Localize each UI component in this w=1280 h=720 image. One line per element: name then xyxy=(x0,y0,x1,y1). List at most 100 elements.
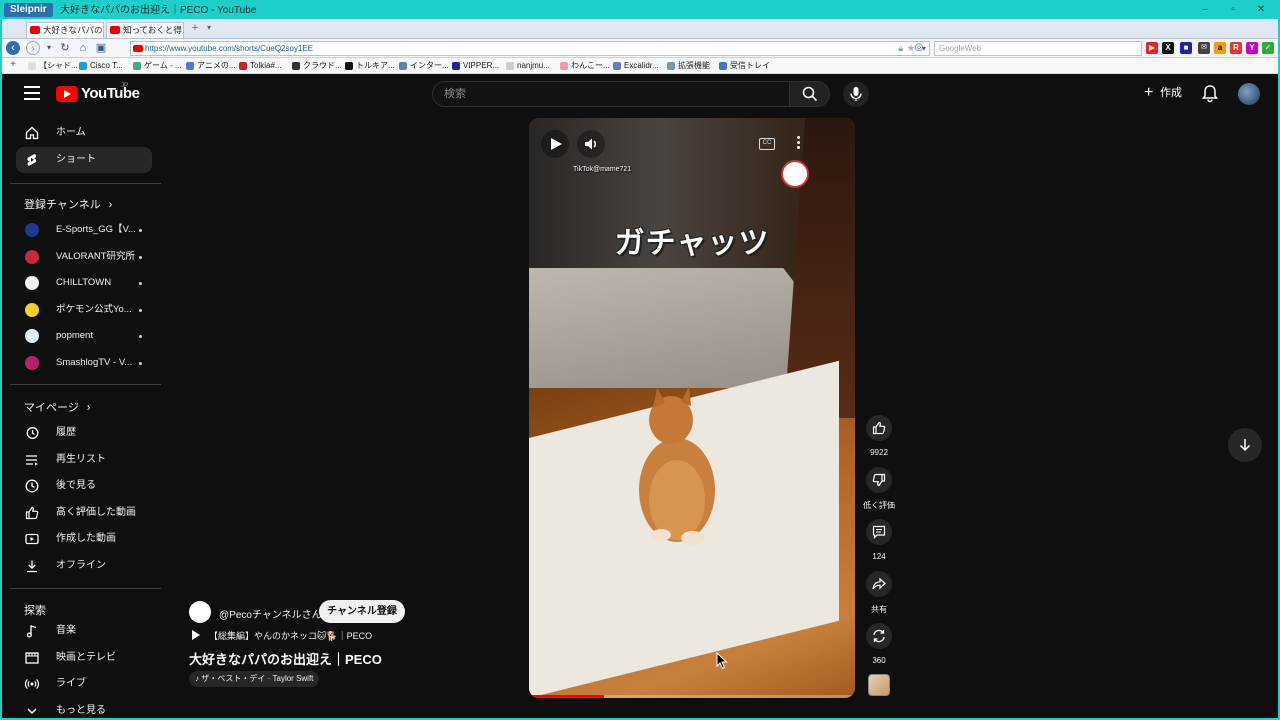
create-button[interactable]: + 作成 xyxy=(1138,82,1190,104)
tab-menu-icon[interactable]: ▾ xyxy=(202,21,216,35)
notifications-button[interactable] xyxy=(1200,83,1222,105)
more-options-icon[interactable] xyxy=(797,136,801,150)
bookmark-item[interactable]: わんこー... xyxy=(560,60,610,72)
mail-toolbar-icon[interactable]: ✉ xyxy=(1198,42,1210,54)
x-toolbar-icon[interactable]: X xyxy=(1162,42,1174,54)
bookmark-icon[interactable]: ▣ xyxy=(94,41,108,55)
sidebar-channel[interactable]: VALORANT研究所 xyxy=(16,244,152,270)
back-icon[interactable]: ‹ xyxy=(6,41,20,55)
sidebar-item-your-videos[interactable]: 作成した動画 xyxy=(16,526,152,552)
play-button[interactable] xyxy=(541,130,569,158)
url-field[interactable]: https://www.youtube.com/shorts/CueQ2soy1… xyxy=(130,41,930,56)
search-button[interactable] xyxy=(790,81,830,107)
sidebar-item-playlists[interactable]: 再生リスト xyxy=(16,447,152,473)
tab-youtube[interactable]: 大好きなパパのお... xyxy=(26,22,104,38)
channel-avatar[interactable] xyxy=(189,601,211,623)
mouse-cursor-icon xyxy=(716,652,728,670)
lock-icon[interactable]: 🔒︎ xyxy=(898,42,903,55)
sidebar-item-offline[interactable]: オフライン xyxy=(16,553,152,579)
tab-label: 知っておくと得す... xyxy=(123,25,183,35)
progress-bar[interactable] xyxy=(529,695,855,698)
playlist-link[interactable]: 【総集編】やんのかネッコ🐱🐕｜PECO xyxy=(189,629,372,642)
tab-bar: 大好きなパパのお... 知っておくと得す... + ▾ xyxy=(2,19,1278,39)
sidebar-item-show-more[interactable]: もっと見る xyxy=(16,698,152,718)
music-chip[interactable]: ♪ ザ・ベスト・デイ · Taylor Swift xyxy=(189,671,320,687)
sidebar: ホーム ショート 登録チャンネル › E-Sports_GG【V... VALOR… xyxy=(2,114,168,718)
bookmark-item[interactable]: アニメの... xyxy=(186,60,236,72)
sidebar-item-shorts[interactable]: ショート xyxy=(16,147,152,173)
channel-logo-overlay xyxy=(781,160,809,188)
subscriptions-header[interactable]: 登録チャンネル › xyxy=(24,196,112,212)
bookmark-item[interactable]: Tolkia#... xyxy=(239,60,282,72)
history-dropdown-icon[interactable]: ▾ xyxy=(42,41,56,55)
reload-icon[interactable]: ↻ xyxy=(58,41,72,55)
amazon-toolbar-icon[interactable]: a xyxy=(1214,42,1226,54)
add-bookmark-icon[interactable]: + xyxy=(6,58,20,72)
bookmark-item[interactable]: ゲーム - ... xyxy=(133,60,182,72)
minimize-icon[interactable]: – xyxy=(1194,3,1216,17)
bookmark-item[interactable]: 拡張機能 xyxy=(667,60,710,72)
web-search-input[interactable]: GoogleWeb xyxy=(934,41,1142,56)
menu-icon[interactable] xyxy=(24,86,40,100)
sidebar-item-liked-videos[interactable]: 高く評価した動画 xyxy=(16,500,152,526)
sidebar-item-live[interactable]: ライブ xyxy=(16,671,152,697)
share-button[interactable] xyxy=(866,571,892,597)
restore-icon[interactable]: ▫ xyxy=(1222,3,1244,17)
video-title[interactable]: 大好きなパパのお出迎え｜PECO xyxy=(189,649,382,668)
shorts-player[interactable]: ガチャッツ TikTok@mame721 CC xyxy=(529,118,855,698)
bookmark-item[interactable]: トルキア... xyxy=(345,60,395,72)
comments-button[interactable] xyxy=(866,519,892,545)
engine-select-icon[interactable]: ◎ xyxy=(912,41,926,55)
sidebar-item-movies[interactable]: 映画とテレビ xyxy=(16,645,152,671)
window-title: 大好きなパパのお出迎え｜PECO - YouTube xyxy=(60,5,257,16)
bookmark-item[interactable]: Cisco T... xyxy=(79,60,123,72)
explore-header: 探索 xyxy=(24,605,46,617)
voice-search-button[interactable] xyxy=(843,81,869,107)
rakuten-toolbar-icon[interactable]: R xyxy=(1230,42,1242,54)
forward-icon[interactable]: › xyxy=(26,41,40,55)
live-icon xyxy=(25,678,39,690)
youtube-toolbar-icon[interactable]: ▶ xyxy=(1146,42,1158,54)
bookmark-item[interactable]: nanjmu... xyxy=(506,60,550,72)
sound-thumbnail[interactable] xyxy=(868,674,890,696)
extension-toolbar-icon[interactable]: ■ xyxy=(1180,42,1192,54)
subscribe-button[interactable]: チャンネル登録 xyxy=(319,600,405,623)
sidebar-item-home[interactable]: ホーム xyxy=(16,120,152,146)
yahoo-toolbar-icon[interactable]: Y xyxy=(1246,42,1258,54)
like-button[interactable] xyxy=(866,415,892,441)
bookmark-item[interactable]: 【シャド... xyxy=(28,60,78,72)
sidebar-channel[interactable]: popment xyxy=(16,323,152,349)
download-icon xyxy=(27,560,37,573)
bookmark-item[interactable]: インター... xyxy=(399,60,449,72)
bookmark-item[interactable]: クラウド... xyxy=(292,60,342,72)
tools-toolbar-icon[interactable]: ✓ xyxy=(1262,42,1274,54)
app-name[interactable]: Sleipnir xyxy=(4,3,53,17)
you-header[interactable]: マイページ › xyxy=(24,399,90,415)
volume-button[interactable] xyxy=(577,130,605,158)
home-icon[interactable]: ⌂ xyxy=(76,41,90,55)
channel-handle[interactable]: @Pecoチャンネルさん xyxy=(219,606,322,621)
bookmark-item[interactable]: Excalidr... xyxy=(613,60,659,72)
search-input[interactable]: 検索 xyxy=(432,81,790,107)
sidebar-channel[interactable]: ポケモン公式Yo... xyxy=(16,297,152,323)
sidebar-item-watch-later[interactable]: 後で見る xyxy=(16,473,152,499)
tab-second[interactable]: 知っておくと得す... xyxy=(106,22,184,38)
dislike-button[interactable] xyxy=(866,467,892,493)
new-tab-icon[interactable]: + xyxy=(188,21,202,35)
sidebar-item-history[interactable]: 履歴 xyxy=(16,420,152,446)
video-icon xyxy=(25,533,39,545)
remix-button[interactable] xyxy=(866,623,892,649)
watermark: TikTok@mame721 xyxy=(573,166,632,173)
sidebar-channel[interactable]: E-Sports_GG【V... xyxy=(16,217,152,243)
sidebar-item-music[interactable]: 音楽 xyxy=(16,618,152,644)
account-avatar[interactable] xyxy=(1238,83,1260,105)
sidebar-channel[interactable]: CHILLTOWN xyxy=(16,270,152,296)
next-short-button[interactable] xyxy=(1228,428,1262,462)
sidebar-channel[interactable]: SmashlogTV - V... xyxy=(16,350,152,376)
new-content-dot xyxy=(139,309,142,312)
bookmark-item[interactable]: 受信トレイ xyxy=(719,60,770,72)
divider xyxy=(10,588,161,589)
captions-icon[interactable]: CC xyxy=(759,138,775,150)
bookmark-item[interactable]: VIPPER... xyxy=(452,60,499,72)
close-icon[interactable]: ✕ xyxy=(1250,3,1272,17)
